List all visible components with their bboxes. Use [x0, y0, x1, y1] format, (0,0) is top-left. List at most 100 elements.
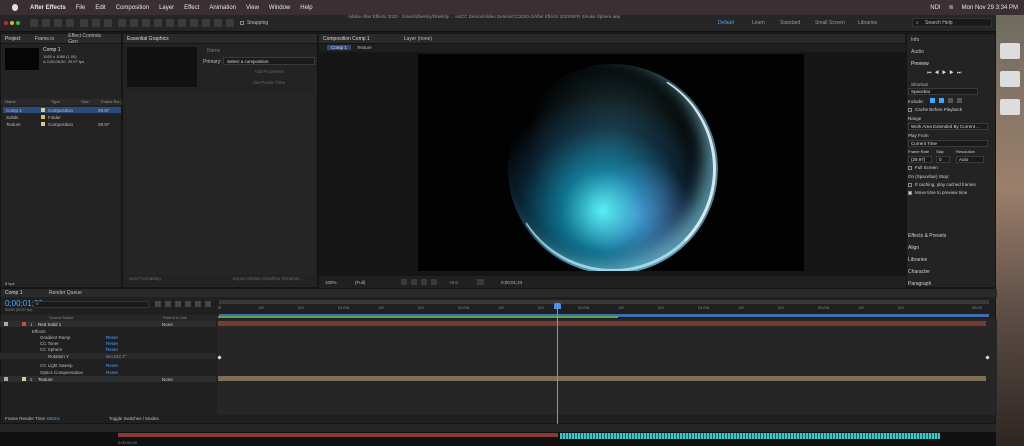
preview-transport-controls[interactable]: ⏮◀▶▶⏭: [927, 70, 964, 76]
zoom-tool-icon[interactable]: [66, 19, 74, 27]
project-item[interactable]: Solids Folder: [3, 114, 121, 120]
effect-reset-link[interactable]: Reset: [106, 347, 118, 352]
subtab-texture[interactable]: Texture: [357, 45, 372, 50]
layer-row[interactable]: 1 Red Solid 1 None: [0, 321, 216, 327]
eg-primary-dropdown[interactable]: Select a composition: [223, 57, 315, 65]
red-solid-layer-bar[interactable]: [218, 321, 986, 326]
region-of-interest-icon[interactable]: [401, 279, 407, 285]
desktop-file-icon[interactable]: [1000, 71, 1020, 87]
snapshot-icon[interactable]: [477, 279, 484, 285]
brush-tool-icon[interactable]: [178, 19, 186, 27]
label-color-swatch[interactable]: [22, 377, 26, 381]
column-type[interactable]: Type: [51, 99, 60, 104]
tab-frameio[interactable]: Frame.io: [35, 36, 55, 42]
hand-tool-icon[interactable]: [54, 19, 62, 27]
bpc-indicator[interactable]: 8 bpc: [5, 281, 15, 286]
graph-editor-icon[interactable]: [205, 301, 211, 307]
desktop-file-icon[interactable]: [1000, 99, 1020, 115]
tab-effect-controls[interactable]: Effect Controls Gen: [68, 33, 107, 45]
play-from-dropdown[interactable]: Current Time: [908, 140, 988, 147]
tab-project[interactable]: Project: [5, 36, 21, 42]
workspace-learn[interactable]: Learn: [752, 20, 765, 26]
project-item[interactable]: Texture Composition 29.97: [3, 121, 121, 127]
anchor-tool-icon[interactable]: [130, 19, 138, 27]
audio-panel-tab[interactable]: Audio: [911, 49, 924, 55]
label-color-swatch[interactable]: [41, 122, 45, 126]
clock[interactable]: Mon Nov 29 3:34 PM: [962, 5, 1018, 11]
ndi-status[interactable]: NDI: [930, 5, 940, 11]
effects-presets-tab[interactable]: Effects & Presets: [908, 233, 946, 239]
menu-edit[interactable]: Edit: [95, 5, 105, 11]
property-row[interactable]: Rotation Y 0x+222.7°: [0, 353, 216, 359]
search-help-input[interactable]: ⌕ Search Help: [912, 18, 992, 27]
zoom-window-icon[interactable]: [16, 21, 20, 25]
comp-flowchart-icon[interactable]: [155, 301, 161, 307]
frame-rate-dropdown[interactable]: (29.97): [908, 156, 932, 163]
app-menu[interactable]: After Effects: [30, 5, 66, 11]
column-source-name[interactable]: Source Name: [49, 315, 73, 320]
effect-row[interactable]: CC Light Sweep Reset: [0, 362, 216, 368]
visibility-eye-icon[interactable]: [4, 322, 8, 326]
roto-tool-icon[interactable]: [214, 19, 222, 27]
move-time-option[interactable]: Move time to preview time: [908, 190, 967, 195]
tab-render-queue[interactable]: Render Queue: [49, 290, 82, 296]
frame-blending-icon[interactable]: [185, 301, 191, 307]
parent-dropdown[interactable]: None: [162, 377, 173, 382]
column-parent-link[interactable]: Parent & Link: [163, 315, 187, 320]
type-tool-icon[interactable]: [166, 19, 174, 27]
transparency-grid-icon[interactable]: [411, 279, 417, 285]
selection-tool-icon[interactable]: [42, 19, 50, 27]
pan-camera-icon[interactable]: [92, 19, 100, 27]
set-poster-time-button[interactable]: Set Poster Time: [223, 80, 315, 87]
effect-row[interactable]: CC Sphere Reset: [0, 346, 216, 352]
solo-formatting-button[interactable]: Solo Formatting: [129, 276, 161, 281]
desktop-file-icon[interactable]: [1000, 43, 1020, 59]
label-color-swatch[interactable]: [41, 115, 45, 119]
full-screen-option[interactable]: Full Screen: [908, 165, 938, 170]
menu-layer[interactable]: Layer: [159, 5, 174, 11]
character-tab[interactable]: Character: [908, 269, 930, 275]
motion-blur-icon[interactable]: [195, 301, 201, 307]
resolution-dropdown[interactable]: (Full): [355, 280, 365, 285]
project-item[interactable]: Comp 1 Composition 29.97: [3, 107, 121, 113]
menu-view[interactable]: View: [246, 5, 259, 11]
subtab-comp1[interactable]: Comp 1: [327, 45, 351, 50]
pen-tool-icon[interactable]: [154, 19, 162, 27]
visibility-eye-icon[interactable]: [4, 377, 8, 381]
add-properties-button[interactable]: Add Properties: [223, 69, 315, 76]
toggle-switches-modes-button[interactable]: Toggle Switches / Modes: [109, 416, 159, 421]
workspace-small-screen[interactable]: Small Screen: [815, 20, 845, 26]
layer-controls-include-icon[interactable]: [957, 98, 962, 103]
tab-composition[interactable]: Composition Comp 1: [323, 36, 370, 42]
snapping-checkbox[interactable]: [240, 21, 244, 25]
if-caching-checkbox[interactable]: [908, 182, 912, 187]
export-mogrt-button[interactable]: Export Motion Graphics Template...: [233, 276, 303, 281]
video-include-icon[interactable]: [930, 98, 935, 103]
label-color-swatch[interactable]: [22, 322, 26, 326]
tab-layer[interactable]: Layer (none): [404, 36, 432, 42]
label-color-swatch[interactable]: [41, 108, 45, 112]
home-icon[interactable]: [30, 19, 38, 27]
viewer-timecode[interactable]: 0;00;01;23: [501, 280, 522, 285]
audio-include-icon[interactable]: [939, 98, 944, 103]
eraser-tool-icon[interactable]: [202, 19, 210, 27]
align-tab[interactable]: Align: [908, 245, 919, 251]
exposure-value[interactable]: +0.0: [449, 280, 458, 285]
snapping-toggle[interactable]: Snapping: [240, 20, 268, 26]
column-frame-rate[interactable]: Frame Ra...: [101, 99, 122, 104]
libraries-tab[interactable]: Libraries: [908, 257, 927, 263]
workspace-standard[interactable]: Standard: [780, 20, 800, 26]
workspace-libraries[interactable]: Libraries: [858, 20, 877, 26]
effect-reset-link[interactable]: Reset: [106, 370, 118, 375]
orbit-camera-icon[interactable]: [80, 19, 88, 27]
time-navigator[interactable]: [219, 300, 989, 304]
shortcut-dropdown[interactable]: Spacebar: [908, 88, 978, 95]
column-size[interactable]: Size: [81, 99, 89, 104]
menu-help[interactable]: Help: [300, 5, 312, 11]
apple-icon[interactable]: [12, 4, 18, 11]
cache-checkbox[interactable]: [908, 107, 912, 112]
wifi-icon[interactable]: ≋: [949, 4, 954, 11]
timeline-search-input[interactable]: ⌕: [33, 301, 149, 308]
overlay-include-icon[interactable]: [948, 98, 953, 103]
cache-before-playback[interactable]: Cache Before Playback: [908, 107, 962, 112]
